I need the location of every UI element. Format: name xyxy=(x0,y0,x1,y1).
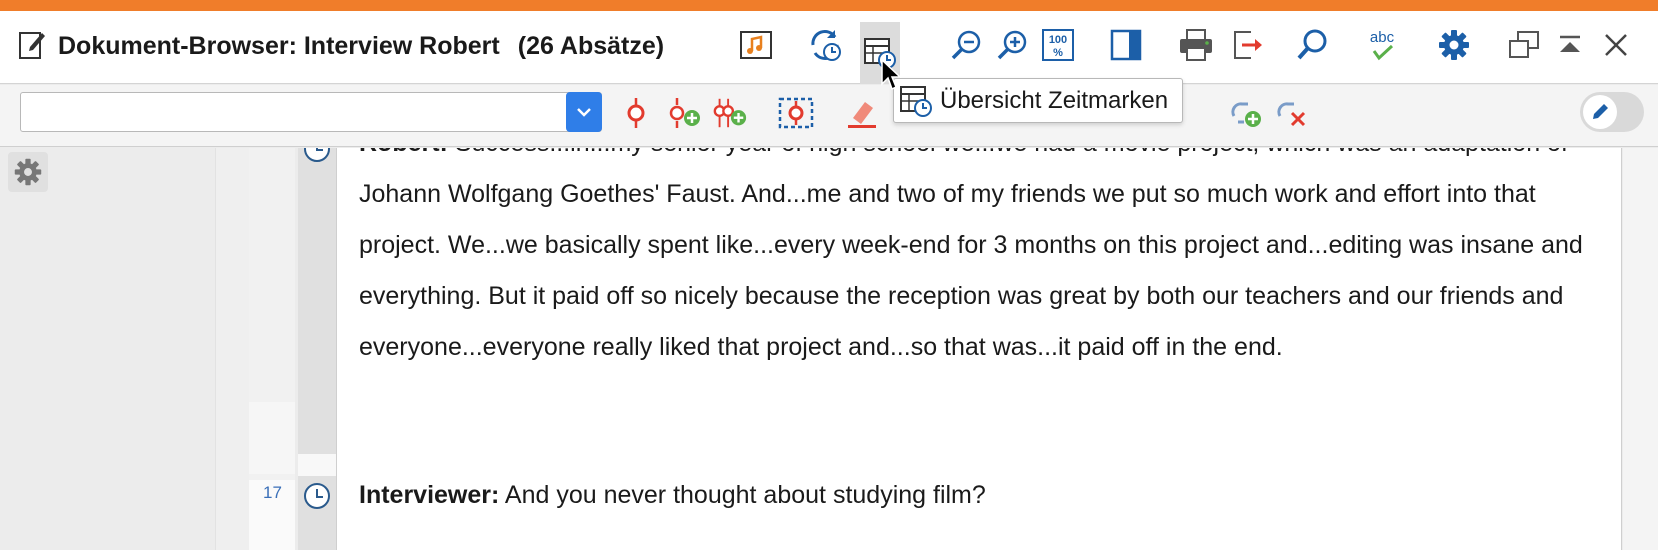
code-selection-button[interactable] xyxy=(778,95,814,131)
collapse-icon xyxy=(1560,35,1580,52)
timestamp-column xyxy=(298,148,336,454)
zoom-out-icon xyxy=(951,30,981,60)
window-title: Dokument-Browser: Interview Robert (26 Ab… xyxy=(58,29,664,63)
spellcheck-button[interactable]: abc xyxy=(1362,25,1402,65)
search-icon xyxy=(1297,29,1327,60)
edit-document-icon xyxy=(18,29,46,61)
paragraph-text: And you never thought about studying fil… xyxy=(499,481,986,509)
sync-timestamps-icon xyxy=(811,30,841,61)
add-multi-code-button[interactable] xyxy=(712,95,748,131)
vertical-scrollbar[interactable] xyxy=(1623,148,1658,550)
search-button[interactable] xyxy=(1292,25,1332,65)
code-button[interactable] xyxy=(618,95,654,131)
close-button[interactable] xyxy=(1596,25,1636,65)
tooltip: Übersicht Zeitmarken xyxy=(893,78,1184,123)
document-browser-window: Dokument-Browser: Interview Robert (26 Ab… xyxy=(0,0,1658,550)
paragraph-17: Interviewer: And you never thought about… xyxy=(359,479,1609,511)
code-combo-box[interactable] xyxy=(20,92,602,132)
svg-text:100: 100 xyxy=(1049,34,1067,46)
coding-toolbar xyxy=(0,85,1658,147)
print-icon xyxy=(1180,29,1212,61)
zoom-in-button[interactable] xyxy=(992,25,1032,65)
add-code-icon xyxy=(669,98,700,128)
svg-text:abc: abc xyxy=(1370,29,1395,46)
chevron-down-icon xyxy=(577,108,591,117)
document-text-area[interactable]: Robert: Success...in...my senior year of… xyxy=(336,148,1622,550)
combo-dropdown-button[interactable] xyxy=(566,92,602,132)
export-button[interactable] xyxy=(1228,25,1268,65)
timestamp-column-gap xyxy=(298,454,336,476)
audio-icon xyxy=(740,31,772,59)
zoom-in-icon xyxy=(997,30,1027,60)
add-multi-code-icon xyxy=(713,98,747,128)
undock-button[interactable] xyxy=(1504,25,1544,65)
document-area: 17 Robert: Success...in...my senior year… xyxy=(0,148,1658,550)
paragraph-16: Robert: Success...in...my senior year of… xyxy=(359,148,1609,373)
pencil-icon xyxy=(1593,104,1608,119)
speaker-label: Interviewer: xyxy=(359,481,500,509)
spellcheck-icon: abc xyxy=(1370,29,1395,61)
panel-toggle-icon xyxy=(1110,29,1142,61)
add-code-button[interactable] xyxy=(666,95,702,131)
timestamps-overview-icon xyxy=(900,85,932,117)
edit-mode-toggle[interactable] xyxy=(1580,92,1644,132)
column-settings-button[interactable] xyxy=(8,152,48,192)
sync-timestamps-button[interactable] xyxy=(806,25,846,65)
paragraph-count: (26 Absätze) xyxy=(517,32,665,60)
highlighter-icon xyxy=(848,102,876,128)
print-button[interactable] xyxy=(1176,25,1216,65)
timestamp-clock-icon[interactable] xyxy=(302,481,332,511)
remove-link-button[interactable] xyxy=(1274,95,1310,131)
paragraph-number: 17 xyxy=(263,483,282,502)
add-link-icon xyxy=(1231,102,1261,127)
zoom-out-button[interactable] xyxy=(946,25,986,65)
settings-icon xyxy=(1439,30,1469,60)
settings-button[interactable] xyxy=(1434,25,1474,65)
close-icon xyxy=(1605,34,1627,56)
svg-text:%: % xyxy=(1053,47,1063,59)
undock-icon xyxy=(1509,31,1539,58)
collapse-button[interactable] xyxy=(1550,25,1590,65)
gear-icon xyxy=(14,158,42,186)
code-stripe-column xyxy=(215,148,249,550)
paragraph-text: Success...in...my senior year of high sc… xyxy=(359,148,1583,361)
mouse-pointer-icon xyxy=(880,58,902,92)
audio-button[interactable] xyxy=(736,25,776,65)
export-icon xyxy=(1234,31,1262,59)
title-bar: Dokument-Browser: Interview Robert (26 Ab… xyxy=(0,11,1658,84)
window-title-text: Dokument-Browser: Interview Robert xyxy=(58,32,500,60)
tooltip-text: Übersicht Zeitmarken xyxy=(940,86,1169,114)
panel-toggle-button[interactable] xyxy=(1106,25,1146,65)
speaker-label: Robert: xyxy=(359,148,448,157)
zoom-100-button[interactable]: 100% xyxy=(1038,25,1078,65)
remove-link-icon xyxy=(1277,102,1306,127)
timestamp-clock-icon[interactable] xyxy=(302,148,332,164)
code-marker-icon xyxy=(627,98,645,128)
zoom-100-icon: 100% xyxy=(1042,29,1074,61)
highlight-button[interactable] xyxy=(844,95,880,131)
toggle-knob xyxy=(1583,95,1617,129)
paragraph-number-cell xyxy=(249,402,295,474)
code-selection-icon xyxy=(778,97,814,129)
add-link-button[interactable] xyxy=(1228,95,1264,131)
window-accent-bar xyxy=(0,0,1658,11)
